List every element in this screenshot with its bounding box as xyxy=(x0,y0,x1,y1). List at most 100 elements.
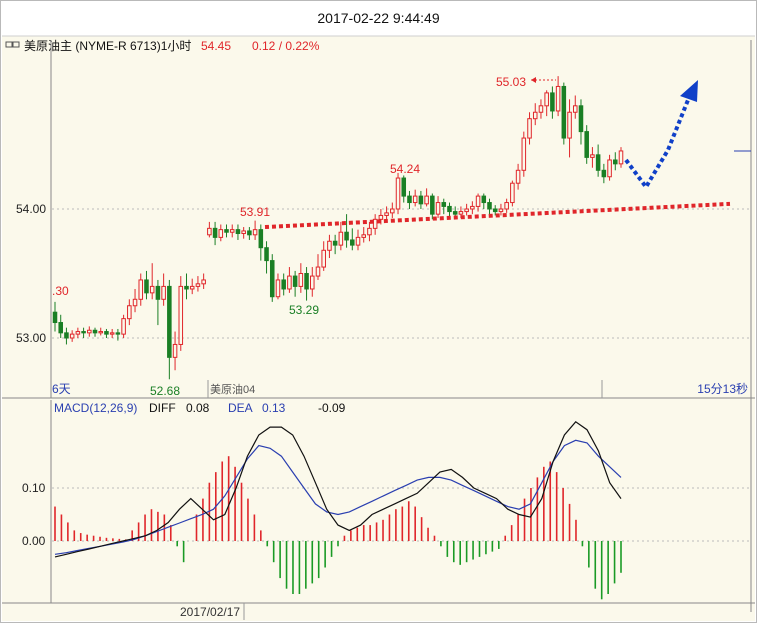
candle-body xyxy=(378,214,384,220)
candle-body xyxy=(595,154,601,171)
candle-body xyxy=(92,329,98,334)
candle-body xyxy=(452,211,458,215)
candle-body xyxy=(104,331,109,335)
candle-body xyxy=(98,331,104,334)
candle-body xyxy=(321,249,326,268)
diff-value: 0.08 xyxy=(186,401,210,415)
candle-body xyxy=(292,275,298,287)
candle-body xyxy=(475,195,481,207)
candle-body xyxy=(607,159,612,178)
candle-body xyxy=(247,230,252,236)
candle-body xyxy=(218,229,224,238)
candle xyxy=(521,131,527,177)
candle-body xyxy=(464,208,469,213)
candle-body xyxy=(515,169,521,184)
candle-body xyxy=(504,202,509,210)
annotation-53-91: 53.91 xyxy=(240,205,270,219)
candle-body xyxy=(161,285,166,300)
candle-body xyxy=(424,195,429,205)
annotation-52-68: 52.68 xyxy=(150,384,180,398)
candle xyxy=(121,314,126,338)
candle-body xyxy=(298,273,304,287)
candle-body xyxy=(315,266,321,277)
candle-body xyxy=(212,227,218,238)
candle-body xyxy=(52,311,58,324)
candle-body xyxy=(390,208,395,214)
candle-body xyxy=(613,159,618,165)
candle-body xyxy=(510,182,515,204)
date-label: 2017/02/17 xyxy=(180,605,240,619)
candle-body xyxy=(527,118,532,139)
candle-body xyxy=(367,227,372,236)
candle-body xyxy=(127,305,132,320)
chart-background xyxy=(2,36,755,621)
candle-body xyxy=(69,333,75,339)
annotation-left-edge: .30 xyxy=(52,284,69,298)
macd-label: MACD(12,26,9) xyxy=(54,401,137,415)
candle-body xyxy=(327,240,332,251)
candle-body xyxy=(441,202,447,207)
candle-body xyxy=(395,177,401,210)
candle-body xyxy=(269,260,275,298)
candle-body xyxy=(172,343,178,358)
candle-body xyxy=(304,273,309,290)
candle-body xyxy=(229,229,235,233)
candle-body xyxy=(189,285,195,290)
candle-body xyxy=(412,195,418,204)
candle-body xyxy=(458,211,464,215)
candle-body xyxy=(241,230,246,235)
candle-body xyxy=(350,239,355,246)
candle-body xyxy=(58,322,63,334)
candle-body xyxy=(435,202,441,215)
candle-body xyxy=(75,331,81,335)
period-label: 6天 xyxy=(52,382,71,396)
annotation-high: 55.03 xyxy=(496,75,526,89)
candle-body xyxy=(601,169,607,178)
candle-body xyxy=(287,275,292,290)
candle xyxy=(395,172,401,215)
candle-body xyxy=(572,105,578,113)
candle-body xyxy=(481,195,487,204)
candle-body xyxy=(332,240,338,246)
candle-body xyxy=(578,105,584,133)
candle-body xyxy=(590,154,595,158)
candle-body xyxy=(235,229,241,235)
candle-body xyxy=(555,85,561,112)
candle-body xyxy=(310,275,315,290)
diff-label: DIFF xyxy=(149,401,176,415)
contract-label: 美原油04 xyxy=(210,382,255,396)
candle-body xyxy=(167,285,172,358)
y-tick-label: 53.00 xyxy=(16,331,46,345)
countdown-label: 15分13秒 xyxy=(697,382,748,396)
candle-body xyxy=(109,332,115,335)
candle-body xyxy=(64,332,69,339)
dea-value: 0.13 xyxy=(262,401,286,415)
candle-body xyxy=(344,231,349,241)
instrument-name: 美原油主 (NYME-R 6713)1小时 xyxy=(24,39,191,53)
candle-body xyxy=(121,318,126,335)
candle-body xyxy=(258,229,264,249)
candle-body xyxy=(195,283,201,287)
candle-body xyxy=(372,218,378,229)
candle xyxy=(510,180,515,207)
candle xyxy=(269,254,275,302)
candle-body xyxy=(498,208,504,213)
candle-body xyxy=(149,285,155,294)
candle-body xyxy=(207,227,212,236)
annotation-54-24: 54.24 xyxy=(390,162,420,176)
candle-body xyxy=(492,208,498,213)
dea-label: DEA xyxy=(228,401,253,415)
candle-body xyxy=(252,229,258,236)
last-price: 54.45 xyxy=(201,39,231,53)
candle-body xyxy=(264,247,269,262)
chart-canvas: 美原油主 (NYME-R 6713)1小时 54.45 0.12 / 0.22%… xyxy=(2,35,755,621)
candle-body xyxy=(567,111,572,139)
y-tick-label: 54.00 xyxy=(16,202,46,216)
candle-body xyxy=(544,92,549,107)
candle-body xyxy=(201,279,206,285)
candle-body xyxy=(447,205,452,213)
candle-body xyxy=(584,131,589,158)
candle-body xyxy=(407,195,412,204)
candle-body xyxy=(275,279,281,298)
candle-body xyxy=(561,85,567,139)
